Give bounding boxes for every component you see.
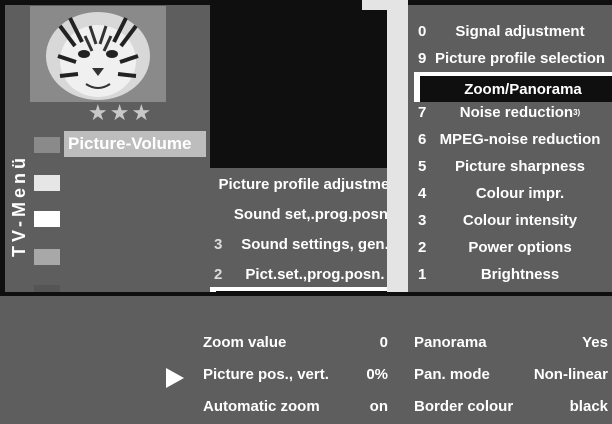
setting-label[interactable]: Automatic zoom	[203, 398, 320, 415]
mid-menu-item[interactable]: 3 Sound settings, gen.	[210, 230, 408, 258]
menu-item-label: Noise reduction 3)	[428, 99, 612, 125]
menu-item-number: 9	[418, 49, 427, 67]
setting-label[interactable]: Pan. mode	[414, 366, 490, 383]
top-band	[362, 0, 408, 10]
menu-item-label: Colour impr.	[428, 180, 612, 206]
menu-item-label-text: Zoom/Panorama	[464, 80, 582, 98]
menu-item-label-text: Picture sharpness	[454, 157, 586, 175]
menu-item-label: Signal adjustment	[428, 18, 612, 44]
picture-volume-label: Picture-Volume	[68, 134, 192, 153]
menu-item-number: 0	[418, 22, 427, 40]
menu-item-label-text: Signal adjustment	[455, 22, 585, 40]
setting-label[interactable]: Zoom value	[203, 334, 286, 351]
menu-item-label-text: Colour intensity	[462, 211, 578, 229]
swatch-4[interactable]	[34, 249, 60, 265]
right-menu-item[interactable]: 7 Noise reduction 3)	[414, 99, 612, 125]
right-menu-item[interactable]: 9 Picture profile selection	[414, 45, 612, 71]
settings-top-line	[0, 292, 612, 296]
tv-menu-title-text: TV-Menü	[9, 154, 29, 257]
right-menu-item[interactable]: 6 MPEG-noise reduction	[414, 126, 612, 152]
menu-item-label-text: Brightness	[480, 265, 560, 283]
setting-value[interactable]: on	[340, 398, 388, 415]
menu-item-label: Pict.set.,prog.posn.	[245, 265, 385, 283]
right-divider	[387, 0, 408, 295]
setting-value[interactable]: Non-linear	[510, 366, 608, 383]
right-menu-item[interactable]: 4 Colour impr.	[414, 180, 612, 206]
menu-item-number: 5	[418, 157, 427, 175]
right-menu-item[interactable]: 3 Colour intensity	[414, 207, 612, 233]
tiger-image	[30, 6, 166, 102]
rating-stars: ★★★	[88, 101, 154, 126]
menu-item-number: 6	[418, 130, 427, 148]
menu-item-label: MPEG-noise reduction	[428, 126, 612, 152]
setting-value[interactable]: black	[510, 398, 608, 415]
menu-item-label: Sound settings, gen.	[241, 235, 389, 253]
setting-value[interactable]: Yes	[510, 334, 608, 351]
right-menu-item[interactable]: 0 Signal adjustment	[414, 18, 612, 44]
swatch-1[interactable]	[34, 137, 60, 153]
picture-volume-box[interactable]: Picture-Volume	[64, 131, 206, 157]
menu-item-label-text: Picture profile selection	[434, 49, 606, 67]
swatch-3[interactable]	[34, 211, 60, 227]
setting-value[interactable]: 0	[340, 334, 388, 351]
right-menu-item[interactable]: 5 Picture sharpness	[414, 153, 612, 179]
menu-item-label-text: Power options	[468, 238, 572, 256]
mid-menu-item[interactable]: Sound set,.prog.posn	[210, 200, 408, 228]
menu-item-label-text: MPEG-noise reduction	[439, 130, 601, 148]
menu-item-label: Brightness	[428, 261, 612, 287]
swatch-2[interactable]	[34, 175, 60, 191]
menu-item-number: 2	[418, 238, 427, 256]
setting-label[interactable]: Border colour	[414, 398, 513, 415]
menu-item-number: 3	[418, 211, 427, 229]
menu-item-number: 3	[214, 235, 223, 253]
menu-item-number: 2	[214, 265, 223, 283]
tiger-thumbnail	[30, 6, 166, 102]
setting-label[interactable]: Picture pos., vert.	[203, 366, 329, 383]
setting-value[interactable]: 0%	[340, 366, 388, 383]
menu-item-label: Picture profile adjustment	[218, 175, 404, 193]
current-row-arrow-icon	[164, 367, 186, 389]
tv-menu-vertical-title: TV-Menü	[7, 147, 31, 257]
mid-menu-item[interactable]: 2 Pict.set.,prog.posn.	[210, 260, 408, 288]
menu-item-label: Picture sharpness	[428, 153, 612, 179]
menu-item-label: Picture profile selection	[428, 45, 612, 71]
menu-item-label-text: Colour impr.	[475, 184, 565, 202]
menu-item-number: 1	[418, 265, 427, 283]
menu-item-label: Power options	[428, 234, 612, 260]
setting-label[interactable]: Panorama	[414, 334, 487, 351]
mid-menu-item[interactable]: Picture profile adjustment	[210, 170, 408, 198]
right-menu-item[interactable]: 1 Brightness	[414, 261, 612, 287]
right-menu-item[interactable]: Zoom/Panorama	[414, 72, 612, 102]
footnote-marker: 3)	[573, 107, 581, 117]
menu-item-label: Sound set,.prog.posn	[233, 205, 389, 223]
menu-item-label-text: Noise reduction	[459, 103, 574, 121]
menu-item-label: Colour intensity	[428, 207, 612, 233]
menu-item-number: 7	[418, 103, 427, 121]
menu-item-number: 4	[418, 184, 427, 202]
right-menu-item[interactable]: 2 Power options	[414, 234, 612, 260]
